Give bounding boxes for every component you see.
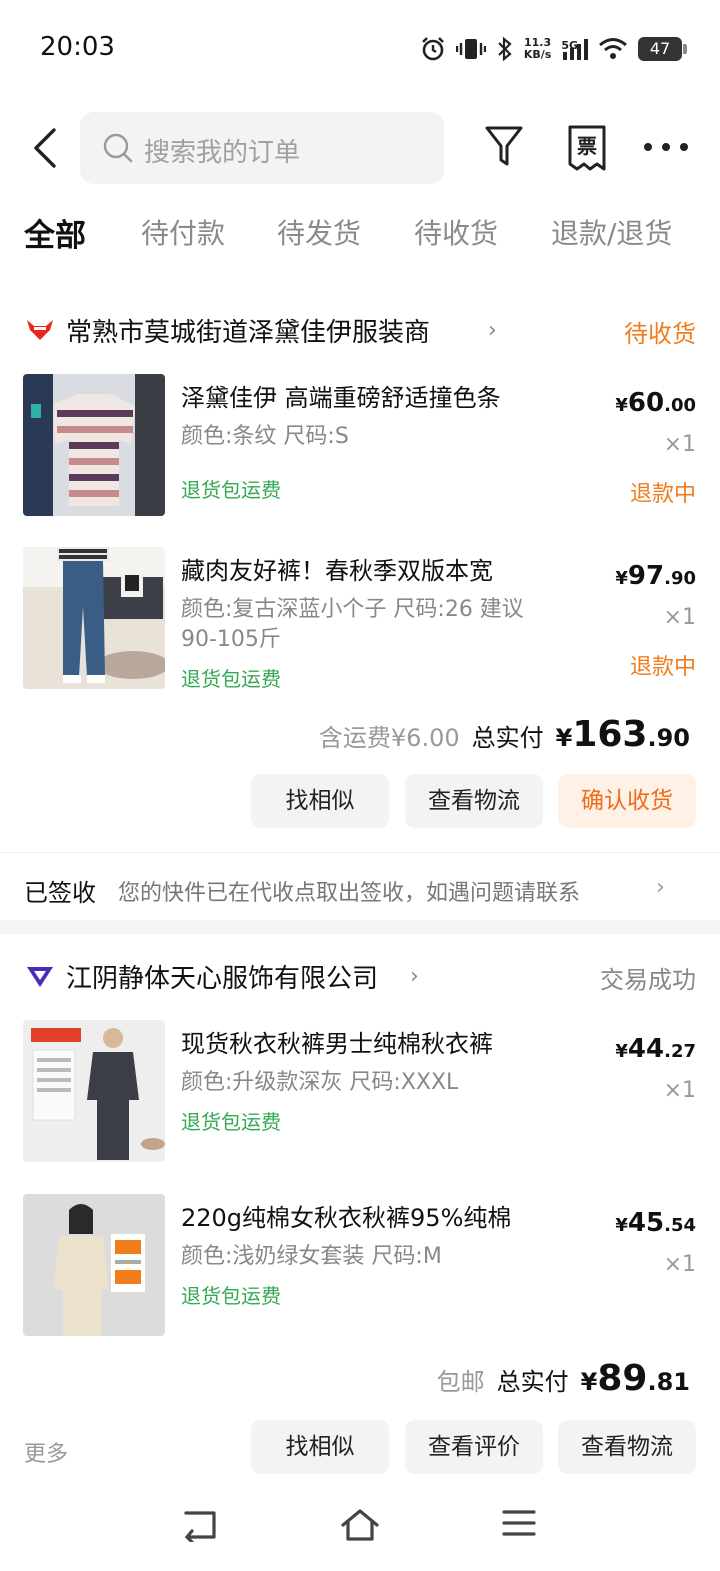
shop-row[interactable]: 江阴静体天心服饰有限公司 › 交易成功 xyxy=(0,958,720,998)
filter-icon[interactable] xyxy=(484,124,524,170)
menu-icon[interactable] xyxy=(502,1508,536,1538)
more-link[interactable]: 更多 xyxy=(24,1436,68,1468)
search-icon xyxy=(103,133,133,163)
return-shipping-tag: 退货包运费 xyxy=(181,667,281,691)
alarm-icon xyxy=(421,37,444,61)
search-header: 搜索我的订单 票 xyxy=(0,110,720,186)
total-label: 总实付 xyxy=(496,1368,569,1396)
bluetooth-icon xyxy=(498,36,512,62)
section-divider xyxy=(0,920,720,934)
more-icon[interactable] xyxy=(642,132,692,162)
item-price: ¥60.00 xyxy=(615,388,696,418)
status-bar: 20:03 11.3 KB/s 5G 47 xyxy=(0,0,720,100)
item-title: 泽黛佳伊 高端重磅舒适撞色条 xyxy=(181,384,501,412)
item-quantity: ×1 xyxy=(663,605,696,630)
total-label: 总实付 xyxy=(471,724,544,752)
return-shipping-tag: 退货包运费 xyxy=(181,1284,281,1308)
net-speed: 11.3 KB/s xyxy=(523,36,552,61)
chevron-right-icon: › xyxy=(488,318,497,343)
order-item[interactable]: 220g纯棉女秋衣秋裤95%纯棉 颜色:浅奶绿女套装 尺码:M 退货包运费 ¥4… xyxy=(0,1194,720,1339)
order-item[interactable]: 藏肉友好裤！春秋季双版本宽 颜色:复古深蓝小个子 尺码:26 建议90-105斤… xyxy=(0,547,720,692)
search-placeholder: 搜索我的订单 xyxy=(144,138,301,168)
refund-status[interactable]: 退款中 xyxy=(630,649,696,681)
chevron-right-icon: › xyxy=(656,875,665,900)
tab-pending-shipment[interactable]: 待发货 xyxy=(277,212,361,252)
tmall-logo-icon xyxy=(27,320,53,340)
item-quantity: ×1 xyxy=(663,432,696,457)
system-nav-bar xyxy=(0,1496,720,1571)
logistics-desc: 您的快件已在代收点取出签收，如遇问题请联系 xyxy=(118,881,581,906)
shop-badge-icon xyxy=(27,967,53,987)
item-price: ¥97.90 xyxy=(615,561,696,591)
tab-pending-receipt[interactable]: 待收货 xyxy=(414,212,498,252)
order-item[interactable]: 现货秋衣秋裤男士纯棉秋衣裤 颜色:升级款深灰 尺码:XXXL 退货包运费 ¥44… xyxy=(0,1020,720,1165)
shop-row[interactable]: 常熟市莫城街道泽黛佳伊服装商 › 待收货 xyxy=(0,312,720,352)
logistics-title: 已签收 xyxy=(24,879,96,907)
order-total: 包邮 总实付 ¥89.81 xyxy=(436,1358,690,1399)
chevron-right-icon: › xyxy=(410,964,419,989)
tab-all[interactable]: 全部 xyxy=(24,210,86,255)
status-time: 20:03 xyxy=(40,32,115,62)
item-spec: 颜色:升级款深灰 尺码:XXXL xyxy=(181,1070,459,1095)
wifi-icon xyxy=(599,38,627,59)
item-title: 藏肉友好裤！春秋季双版本宽 xyxy=(181,557,493,585)
view-logistics-button[interactable]: 查看物流 xyxy=(558,1420,696,1474)
view-logistics-button[interactable]: 查看物流 xyxy=(405,774,543,828)
product-image xyxy=(23,1020,165,1162)
shop-name: 江阴静体天心服饰有限公司 xyxy=(66,964,379,994)
vibrate-icon xyxy=(455,39,486,59)
item-spec: 颜色:复古深蓝小个子 尺码:26 建议90-105斤 xyxy=(181,597,524,652)
view-review-button[interactable]: 查看评价 xyxy=(405,1420,543,1474)
product-image xyxy=(23,374,165,516)
order-tabs: 全部 待付款 待发货 待收货 退款/退货 xyxy=(0,212,720,262)
order-item[interactable]: 泽黛佳伊 高端重磅舒适撞色条 颜色:条纹 尺码:S 退货包运费 ¥60.00 ×… xyxy=(0,374,720,519)
order-card: 常熟市莫城街道泽黛佳伊服装商 › 待收货 泽黛佳伊 高端重磅舒适撞色条 颜色:条… xyxy=(0,312,720,842)
item-title: 现货秋衣秋裤男士纯棉秋衣裤 xyxy=(181,1030,493,1058)
item-quantity: ×1 xyxy=(663,1252,696,1277)
item-spec: 颜色:浅奶绿女套装 尺码:M xyxy=(181,1244,442,1269)
find-similar-button[interactable]: 找相似 xyxy=(251,1420,389,1474)
order-status: 交易成功 xyxy=(600,966,696,994)
shop-name: 常熟市莫城街道泽黛佳伊服装商 xyxy=(66,318,431,348)
network-type: 5G xyxy=(561,39,578,52)
order-total: 含运费¥6.00 总实付 ¥163.90 xyxy=(318,714,690,755)
item-price: ¥44.27 xyxy=(615,1034,696,1064)
refund-status[interactable]: 退款中 xyxy=(630,476,696,508)
item-price: ¥45.54 xyxy=(615,1208,696,1238)
return-shipping-tag: 退货包运费 xyxy=(181,1110,281,1134)
find-similar-button[interactable]: 找相似 xyxy=(251,774,389,828)
shipping-fee: 含运费¥6.00 xyxy=(318,724,460,752)
back-icon[interactable] xyxy=(28,126,68,170)
shipping-fee: 包邮 xyxy=(436,1368,485,1396)
logistics-row[interactable]: 已签收 您的快件已在代收点取出签收，如遇问题请联系 › xyxy=(0,852,720,920)
invoice-icon[interactable]: 票 xyxy=(566,124,608,172)
item-title: 220g纯棉女秋衣秋裤95%纯棉 xyxy=(181,1204,512,1232)
confirm-receipt-button[interactable]: 确认收货 xyxy=(558,774,696,828)
item-quantity: ×1 xyxy=(663,1078,696,1103)
back-nav-icon[interactable] xyxy=(182,1508,218,1542)
battery-indicator: 47 xyxy=(638,37,687,61)
return-shipping-tag: 退货包运费 xyxy=(181,478,281,502)
product-image xyxy=(23,1194,165,1336)
order-card: 江阴静体天心服饰有限公司 › 交易成功 现货秋衣秋裤男士纯棉秋衣裤 颜色:升级款… xyxy=(0,958,720,1478)
item-spec: 颜色:条纹 尺码:S xyxy=(181,424,349,449)
order-status: 待收货 xyxy=(624,320,696,348)
tab-pending-payment[interactable]: 待付款 xyxy=(141,212,225,252)
home-icon[interactable] xyxy=(340,1508,380,1542)
tab-refund-return[interactable]: 退款/退货 xyxy=(551,212,672,252)
status-icons: 11.3 KB/s 5G 47 xyxy=(420,32,687,66)
svg-text:票: 票 xyxy=(577,134,597,158)
search-input[interactable]: 搜索我的订单 xyxy=(80,112,444,184)
product-image xyxy=(23,547,165,689)
